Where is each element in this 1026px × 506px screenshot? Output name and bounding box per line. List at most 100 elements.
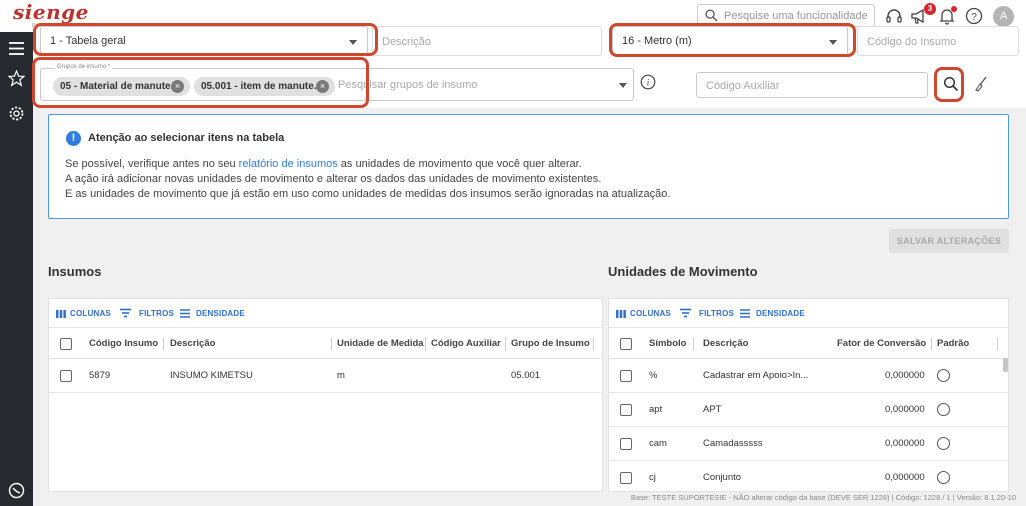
avatar[interactable]: A [993, 6, 1014, 27]
alert-line-1: Se possível, verifique antes no seu rela… [65, 158, 582, 170]
padrao-radio[interactable] [937, 403, 950, 416]
descricao-placeholder: Descrição [382, 36, 431, 48]
svg-text:i: i [647, 78, 650, 88]
unidades-grid-header: Símbolo Descrição Fator de Conversão Pad… [609, 327, 1008, 359]
column-header[interactable]: Código Insumo [89, 338, 158, 349]
select-all-checkbox[interactable] [620, 338, 632, 350]
alert-info-icon: ! [66, 131, 81, 146]
cell-grupo: 05.001 [511, 370, 541, 381]
column-separator[interactable] [331, 337, 332, 351]
column-header[interactable]: Código Auxiliar [431, 338, 501, 349]
footer-base-info: Base: TESTE SUPORTESIE - NÃO alterar cód… [630, 493, 1016, 502]
table-row[interactable]: cj Conjunto 0,000000 [609, 461, 1008, 491]
cell-fator: 0,000000 [885, 438, 925, 449]
gear-icon[interactable] [8, 105, 25, 122]
cell-descricao: Camadasssss [703, 438, 763, 449]
codigo-auxiliar-input[interactable]: Código Auxiliar [696, 72, 928, 98]
search-icon [705, 9, 718, 22]
broom-icon[interactable] [973, 76, 988, 92]
density-button[interactable]: DENSIDADE [196, 309, 245, 318]
cell-simbolo: apt [649, 404, 663, 415]
cell-simbolo: cam [649, 438, 667, 449]
insumos-title: Insumos [48, 264, 102, 279]
column-header[interactable]: Símbolo [649, 338, 686, 349]
column-separator[interactable] [931, 337, 932, 351]
info-icon[interactable]: i [640, 74, 656, 90]
headset-icon[interactable] [885, 7, 903, 25]
column-separator[interactable] [997, 337, 998, 351]
column-header[interactable]: Grupo de Insumo [511, 338, 590, 349]
column-header[interactable]: Padrão [937, 338, 969, 349]
column-separator[interactable] [505, 337, 506, 351]
table-row[interactable]: apt APT 0,000000 [609, 393, 1008, 427]
save-changes-button[interactable]: SALVAR ALTERAÇÕES [889, 229, 1009, 253]
star-icon[interactable] [8, 70, 25, 87]
unidades-grid: COLUNAS FILTROS DENSIDADE Símbolo Descri… [608, 298, 1009, 492]
columns-icon [56, 310, 66, 318]
cell-fator: 0,000000 [885, 472, 925, 483]
alert-line-3: E as unidades de movimento que já estão … [65, 188, 671, 200]
cell-fator: 0,000000 [885, 404, 925, 415]
help-icon[interactable]: ? [965, 7, 983, 25]
menu-icon[interactable] [8, 40, 25, 57]
highlight-tabela [33, 23, 378, 56]
highlight-search [934, 67, 964, 102]
insumos-grid-header: Código Insumo Descrição Unidade de Medid… [49, 327, 602, 359]
alert-line-2: A ação irá adicionar novas unidades de m… [65, 173, 602, 185]
select-all-checkbox[interactable] [60, 338, 72, 350]
cell-descricao: APT [703, 404, 722, 415]
cell-simbolo: % [649, 370, 658, 381]
footer: Base: TESTE SUPORTESIE - NÃO alterar cód… [33, 492, 1026, 506]
highlight-grupos [32, 57, 369, 108]
column-separator[interactable] [163, 337, 164, 351]
cell-descricao: INSUMO KIMETSU [170, 370, 253, 381]
alert-text: as unidades de movimento que você quer a… [337, 158, 582, 170]
column-header[interactable]: Fator de Conversão [837, 338, 926, 349]
cell-descricao: Conjunto [703, 472, 742, 483]
columns-button[interactable]: COLUNAS [630, 309, 671, 318]
density-icon [740, 309, 750, 318]
filters-button[interactable]: FILTROS [139, 309, 174, 318]
cell-unidade: m [337, 370, 345, 381]
columns-icon [616, 310, 626, 318]
table-row[interactable]: cam Camadasssss 0,000000 [609, 427, 1008, 461]
cell-fator: 0,000000 [885, 370, 925, 381]
padrao-radio[interactable] [937, 471, 950, 484]
grid-scrollbar[interactable] [1003, 358, 1008, 372]
codigo-insumo-placeholder: Código do Insumo [867, 36, 957, 48]
support-icon[interactable] [8, 482, 25, 499]
padrao-radio[interactable] [937, 437, 950, 450]
sienge-logo[interactable]: sienge [13, 0, 89, 24]
filters-button[interactable]: FILTROS [699, 309, 734, 318]
table-row[interactable]: % Cadastrar em Apoio>In... 0,000000 [609, 359, 1008, 393]
warning-alert: ! Atenção ao selecionar itens na tabela … [48, 114, 1009, 219]
table-row[interactable]: 5879 INSUMO KIMETSU m 05.001 [49, 359, 602, 393]
cell-codigo: 5879 [89, 370, 111, 381]
row-checkbox[interactable] [620, 370, 632, 382]
column-separator[interactable] [425, 337, 426, 351]
column-separator[interactable] [593, 337, 594, 351]
row-checkbox[interactable] [620, 438, 632, 450]
codigo-insumo-input[interactable]: Código do Insumo [857, 26, 1019, 56]
row-checkbox[interactable] [620, 404, 632, 416]
column-separator[interactable] [693, 337, 694, 351]
bell-alert-dot [951, 6, 957, 12]
cell-simbolo: cj [649, 472, 656, 483]
columns-button[interactable]: COLUNAS [70, 309, 111, 318]
alert-text: Se possível, verifique antes no seu [65, 158, 239, 170]
padrao-radio[interactable] [937, 369, 950, 382]
filter-icon [680, 308, 691, 318]
filter-icon [120, 308, 131, 318]
column-header[interactable]: Descrição [170, 338, 215, 349]
density-button[interactable]: DENSIDADE [756, 309, 805, 318]
column-header[interactable]: Unidade de Medida [337, 338, 424, 349]
alert-title: Atenção ao selecionar itens na tabela [88, 132, 285, 144]
codigo-auxiliar-placeholder: Código Auxiliar [706, 80, 780, 92]
row-checkbox[interactable] [620, 472, 632, 484]
chevron-down-icon [619, 83, 627, 88]
column-header[interactable]: Descrição [703, 338, 748, 349]
relatorio-insumos-link[interactable]: relatório de insumos [239, 158, 338, 170]
row-checkbox[interactable] [60, 370, 72, 382]
descricao-input[interactable]: Descrição [372, 26, 602, 56]
sidebar [0, 32, 33, 506]
